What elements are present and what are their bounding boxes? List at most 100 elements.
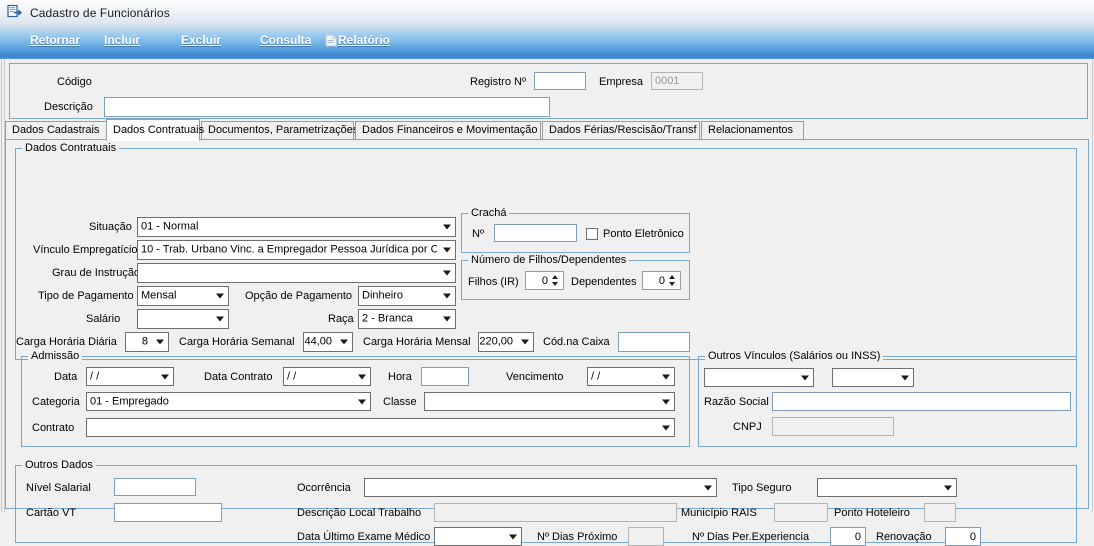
- raca-combo[interactable]: 2 - Branca: [358, 309, 456, 329]
- razao-social-input[interactable]: [772, 392, 1071, 411]
- carga-semanal-label: Carga Horária Semanal: [179, 336, 295, 348]
- tab-panel-dados-contratuais: Dados Contratuais Situação 01 - Normal V…: [5, 139, 1089, 546]
- situacao-label: Situação: [89, 221, 132, 233]
- tipo-pagamento-value: Mensal: [141, 290, 177, 302]
- raca-value: 2 - Branca: [362, 313, 413, 325]
- spin-down-icon[interactable]: [552, 282, 558, 286]
- opcao-pagamento-combo[interactable]: Dinheiro: [358, 286, 456, 306]
- vencimento-combo[interactable]: / /: [587, 367, 675, 386]
- tipo-pagamento-label: Tipo de Pagamento: [38, 290, 134, 302]
- dias-proximo-input[interactable]: [628, 527, 664, 546]
- hora-input[interactable]: [421, 367, 469, 386]
- cartao-vt-input[interactable]: [114, 503, 222, 522]
- dependentes-spin-buttons[interactable]: [667, 273, 678, 288]
- ponto-eletronico-checkbox[interactable]: [586, 228, 598, 240]
- menu-relatorio[interactable]: Relatório: [338, 33, 390, 47]
- fieldset-cracha-caption: Crachá: [468, 207, 510, 219]
- vencimento-label: Vencimento: [506, 371, 564, 383]
- vinculo-combo[interactable]: 10 - Trab. Urbano Vinc. a Empregador Pes…: [137, 240, 456, 260]
- classe-combo[interactable]: [424, 392, 675, 411]
- contrato-combo[interactable]: [86, 418, 675, 437]
- registro-input[interactable]: [534, 72, 586, 90]
- chevron-down-icon: [340, 339, 348, 345]
- data-exame-combo[interactable]: [434, 527, 522, 546]
- carga-mensal-combo[interactable]: 220,00: [478, 332, 534, 352]
- form-window-icon: [7, 4, 23, 22]
- tab-dados-contratuais[interactable]: Dados Contratuais: [106, 119, 204, 141]
- ocorrencia-combo[interactable]: [364, 478, 717, 497]
- cnpj-label: CNPJ: [733, 421, 762, 433]
- dias-experiencia-input[interactable]: [830, 527, 866, 546]
- menu-excluir[interactable]: Excluir: [181, 33, 221, 47]
- dias-experiencia-label: Nº Dias Per.Experiencia: [692, 531, 810, 543]
- categoria-combo[interactable]: 01 - Empregado: [86, 392, 371, 411]
- filhos-ir-label: Filhos (IR): [468, 276, 519, 288]
- nivel-salarial-input[interactable]: [114, 478, 196, 496]
- contrato-label: Contrato: [32, 422, 75, 434]
- report-icon: [324, 33, 339, 51]
- opcao-pagamento-label: Opção de Pagamento: [245, 290, 353, 302]
- categoria-label: Categoria: [32, 396, 80, 408]
- situacao-combo[interactable]: 01 - Normal: [137, 217, 456, 237]
- filhos-ir-value: 0: [541, 274, 548, 287]
- municipio-rais-label: Município RAIS: [681, 507, 757, 519]
- spin-up-icon[interactable]: [669, 275, 675, 279]
- filhos-ir-stepper[interactable]: 0: [525, 271, 564, 290]
- cod-caixa-input[interactable]: [618, 332, 690, 352]
- client-area: Código Descrição Registro Nº Empresa Dad…: [0, 59, 1094, 546]
- vinculo-value: 10 - Trab. Urbano Vinc. a Empregador Pes…: [141, 244, 437, 256]
- renovacao-input[interactable]: [945, 527, 981, 546]
- admissao-data-label: Data: [54, 371, 78, 383]
- carga-semanal-value: 44,00: [304, 336, 332, 348]
- tab-dados-financeiros[interactable]: Dados Financeiros e Movimentação: [355, 121, 541, 140]
- codigo-label: Código: [57, 76, 92, 88]
- cnpj-input[interactable]: [772, 417, 894, 436]
- menu-incluir[interactable]: Incluir: [104, 33, 140, 47]
- classe-label: Classe: [383, 396, 417, 408]
- carga-diaria-combo[interactable]: 8: [125, 332, 169, 352]
- ocorrencia-label: Ocorrência: [297, 482, 351, 494]
- carga-mensal-label: Carga Horária Mensal: [363, 336, 471, 348]
- record-header-panel: Código Descrição Registro Nº Empresa: [9, 63, 1088, 119]
- grau-instrucao-combo[interactable]: [137, 263, 456, 283]
- application-window: Cadastro de Funcionários Retornar Inclui…: [0, 0, 1094, 546]
- tipo-seguro-combo[interactable]: [817, 478, 957, 497]
- tab-relacionamentos[interactable]: Relacionamentos: [701, 121, 804, 140]
- menu-retornar[interactable]: Retornar: [30, 33, 80, 47]
- outros-vinculos-combo-2[interactable]: [832, 368, 914, 387]
- empresa-input: [651, 72, 703, 90]
- spin-down-icon[interactable]: [669, 282, 675, 286]
- chevron-down-icon: [521, 339, 529, 345]
- cracha-numero-input[interactable]: [494, 224, 577, 242]
- dependentes-value: 0: [658, 274, 665, 287]
- fieldset-admissao-caption: Admissão: [28, 350, 83, 362]
- menu-consulta[interactable]: Consulta: [260, 33, 311, 47]
- window-title: Cadastro de Funcionários: [30, 5, 170, 20]
- chevron-down-icon: [443, 247, 451, 253]
- menu-bar-items: Retornar Incluir Excluir Consulta Relató…: [0, 25, 1094, 59]
- carga-semanal-combo[interactable]: 44,00: [303, 332, 353, 352]
- ponto-hoteleiro-input[interactable]: [924, 503, 956, 522]
- descricao-local-input[interactable]: [434, 503, 677, 522]
- admissao-data-combo[interactable]: / /: [86, 367, 174, 386]
- tipo-pagamento-combo[interactable]: Mensal: [137, 286, 229, 306]
- tab-dados-cadastrais[interactable]: Dados Cadastrais: [5, 121, 107, 140]
- municipio-rais-input[interactable]: [774, 503, 828, 522]
- descricao-input[interactable]: [104, 97, 550, 117]
- fieldset-filhos-caption: Número de Filhos/Dependentes: [468, 254, 630, 266]
- dependentes-stepper[interactable]: 0: [642, 271, 681, 290]
- outros-vinculos-combo-1[interactable]: [704, 368, 814, 387]
- chevron-down-icon: [216, 316, 224, 322]
- spin-up-icon[interactable]: [552, 275, 558, 279]
- salario-combo[interactable]: [137, 309, 229, 329]
- carga-diaria-label: Carga Horária Diária: [16, 336, 117, 348]
- data-contrato-label: Data Contrato: [204, 371, 273, 383]
- filhos-ir-spin-buttons[interactable]: [550, 273, 561, 288]
- data-contrato-combo[interactable]: / /: [283, 367, 371, 386]
- tab-dados-ferias[interactable]: Dados Férias/Rescisão/Transf: [542, 121, 700, 140]
- cartao-vt-label: Cartão VT: [26, 507, 77, 519]
- tab-documentos[interactable]: Documentos, Parametrizações: [201, 121, 358, 140]
- carga-diaria-value: 8: [141, 336, 148, 348]
- chevron-down-icon: [704, 485, 712, 490]
- empresa-label: Empresa: [599, 76, 644, 88]
